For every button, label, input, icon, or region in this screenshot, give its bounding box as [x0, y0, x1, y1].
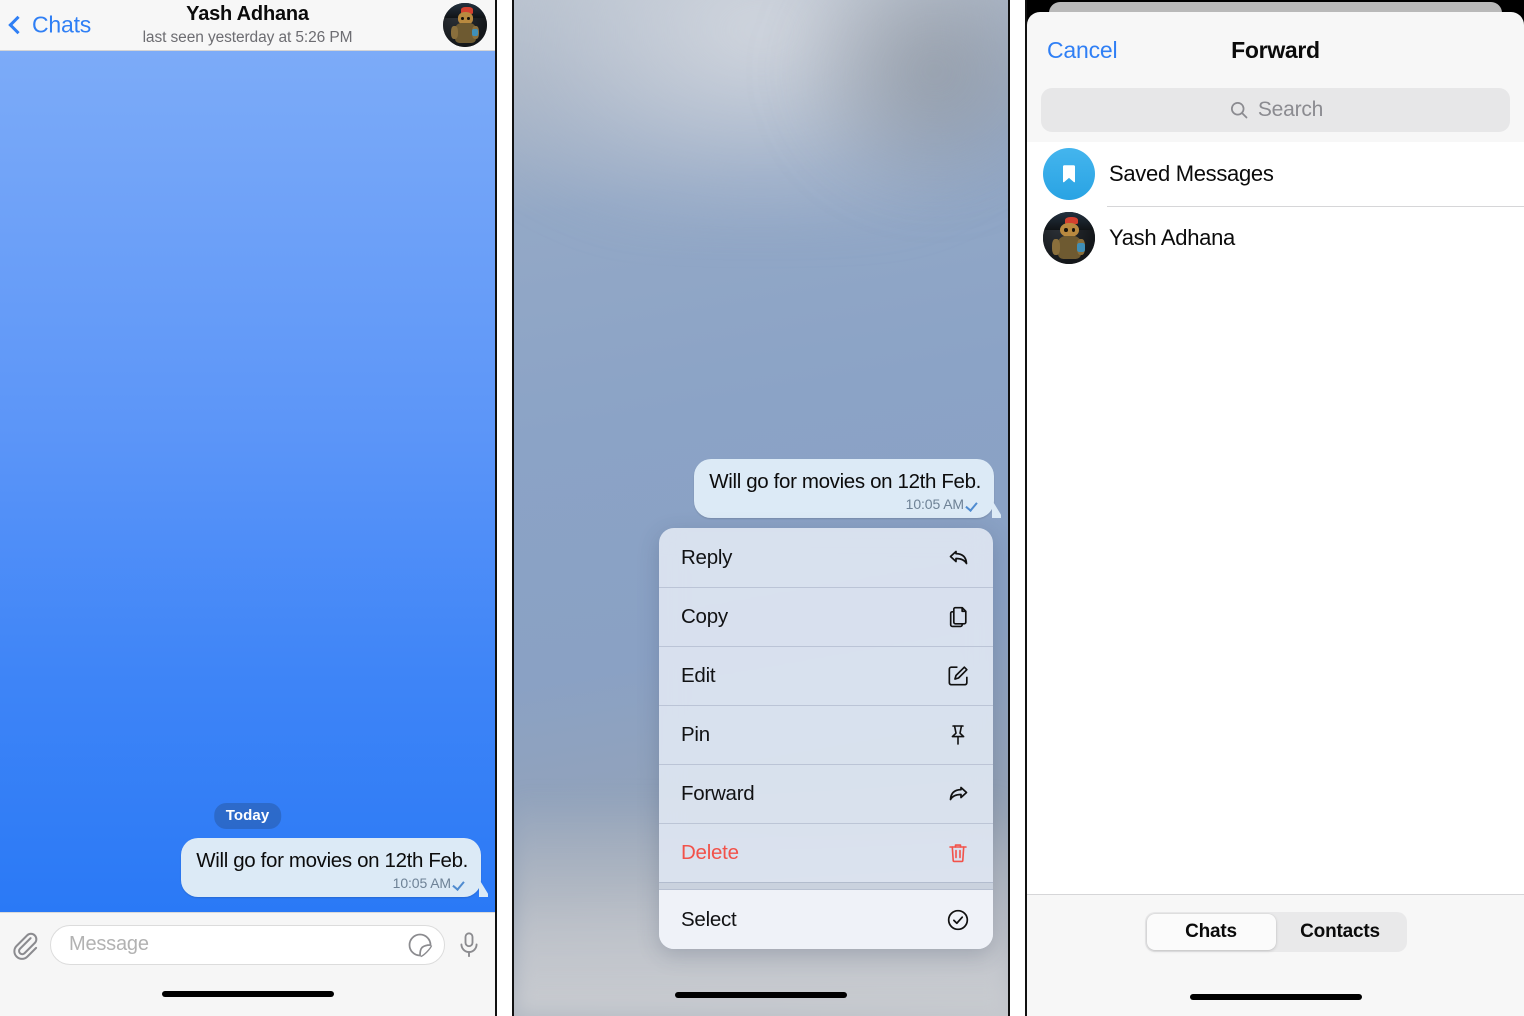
list-item-label: Saved Messages [1109, 161, 1274, 186]
menu-item-label: Pin [681, 722, 710, 746]
voice-record-button[interactable] [455, 930, 483, 960]
menu-item-label: Copy [681, 604, 728, 628]
forward-bottom-bar: Chats Contacts [1027, 894, 1524, 1016]
menu-item-pin[interactable]: Pin [659, 705, 993, 764]
single-check-icon [453, 878, 468, 889]
bubble-tail [470, 877, 488, 897]
contact-avatar [1043, 212, 1095, 264]
chats-contacts-segmented-control: Chats Contacts [1144, 912, 1407, 952]
menu-item-forward[interactable]: Forward [659, 764, 993, 823]
list-item-label: Yash Adhana [1109, 225, 1235, 250]
message-time: 10:05 AM [392, 875, 451, 891]
menu-item-label: Edit [681, 663, 716, 687]
menu-item-label: Reply [681, 545, 733, 569]
check-circle-icon [943, 905, 973, 935]
contact-avatar[interactable] [443, 3, 487, 47]
pin-icon [943, 720, 973, 750]
trash-icon [943, 838, 973, 868]
home-indicator-bar [1189, 994, 1362, 1016]
search-bar-wrapper: Search [1027, 88, 1524, 142]
home-indicator[interactable] [161, 991, 334, 997]
microphone-icon [460, 931, 478, 957]
message-meta: 10:05 AM [196, 875, 468, 891]
message-time: 10:05 AM [905, 496, 964, 512]
menu-item-edit[interactable]: Edit [659, 646, 993, 705]
paperclip-icon [13, 932, 38, 960]
chevron-left-icon [8, 15, 27, 35]
menu-item-reply[interactable]: Reply [659, 528, 993, 587]
three-panel-screenshot: Chats Yash Adhana last seen yesterday at… [0, 0, 1524, 1016]
single-check-icon [966, 499, 981, 510]
back-button-label: Chats [32, 11, 92, 38]
home-indicator[interactable] [1189, 994, 1362, 1000]
tab-chats[interactable]: Chats [1146, 914, 1276, 950]
menu-item-copy[interactable]: Copy [659, 587, 993, 646]
message-input-bar: Message [0, 912, 495, 976]
avatar-artwork [1043, 212, 1095, 264]
blurred-backdrop-glow-secondary [785, 0, 1008, 204]
panel-chat-screen: Chats Yash Adhana last seen yesterday at… [0, 0, 497, 1016]
home-indicator-bar [514, 992, 1008, 1016]
message-bubble[interactable]: Will go for movies on 12th Feb. 10:05 AM [181, 838, 481, 897]
search-placeholder: Search [1257, 98, 1324, 121]
sticker-button[interactable] [406, 931, 434, 959]
panel-forward-sheet-screen: Cancel Forward Search Saved Messages Yas… [1025, 0, 1524, 1016]
back-to-chats-button[interactable]: Chats [8, 12, 91, 39]
edit-pencil-icon [943, 661, 973, 691]
message-text: Will go for movies on 12th Feb. [709, 470, 981, 493]
menu-item-label: Select [681, 907, 737, 931]
forward-navbar: Cancel Forward [1027, 12, 1524, 88]
list-item[interactable]: Saved Messages [1027, 142, 1524, 206]
highlighted-message-row: Will go for movies on 12th Feb. 10:05 AM [694, 459, 994, 518]
menu-item-label: Delete [681, 840, 739, 864]
attach-button[interactable] [10, 930, 40, 960]
chat-message-area: Today Will go for movies on 12th Feb. 10… [0, 51, 495, 912]
avatar-artwork [443, 3, 487, 47]
message-text: Will go for movies on 12th Feb. [196, 849, 468, 872]
reply-arrow-icon [943, 543, 973, 573]
cancel-button[interactable]: Cancel [1047, 37, 1118, 64]
panel-context-menu-screen: Will go for movies on 12th Feb. 10:05 AM… [512, 0, 1010, 1016]
list-item[interactable]: Yash Adhana [1027, 206, 1524, 270]
home-indicator-bar [0, 976, 495, 1016]
context-menu: Reply Copy Edit Pin Forward Delete Selec… [659, 528, 993, 949]
tab-contacts[interactable]: Contacts [1276, 914, 1405, 950]
menu-item-label: Forward [681, 781, 755, 805]
message-input-field[interactable]: Message [50, 924, 445, 965]
forward-arrow-icon [943, 779, 973, 809]
search-input[interactable]: Search [1041, 88, 1510, 132]
chat-navbar: Chats Yash Adhana last seen yesterday at… [0, 0, 495, 51]
bubble-tail [983, 498, 1001, 518]
home-indicator[interactable] [675, 992, 847, 998]
forward-target-list: Saved Messages Yash Adhana [1027, 142, 1524, 894]
search-icon [1230, 101, 1248, 119]
saved-messages-avatar [1043, 148, 1095, 200]
saved-messages-bookmark-icon [1043, 148, 1095, 200]
date-separator-badge: Today [213, 803, 282, 829]
message-meta: 10:05 AM [709, 496, 981, 512]
menu-group-separator [659, 882, 993, 890]
sticker-icon [408, 933, 433, 957]
forward-modal-sheet: Cancel Forward Search Saved Messages Yas… [1027, 12, 1524, 1016]
message-input-placeholder: Message [69, 933, 149, 955]
copy-pages-icon [943, 602, 973, 632]
message-bubble[interactable]: Will go for movies on 12th Feb. 10:05 AM [694, 459, 994, 518]
outgoing-message-row: Will go for movies on 12th Feb. 10:05 AM [181, 838, 481, 897]
menu-item-select[interactable]: Select [659, 890, 993, 949]
menu-item-delete[interactable]: Delete [659, 823, 993, 882]
